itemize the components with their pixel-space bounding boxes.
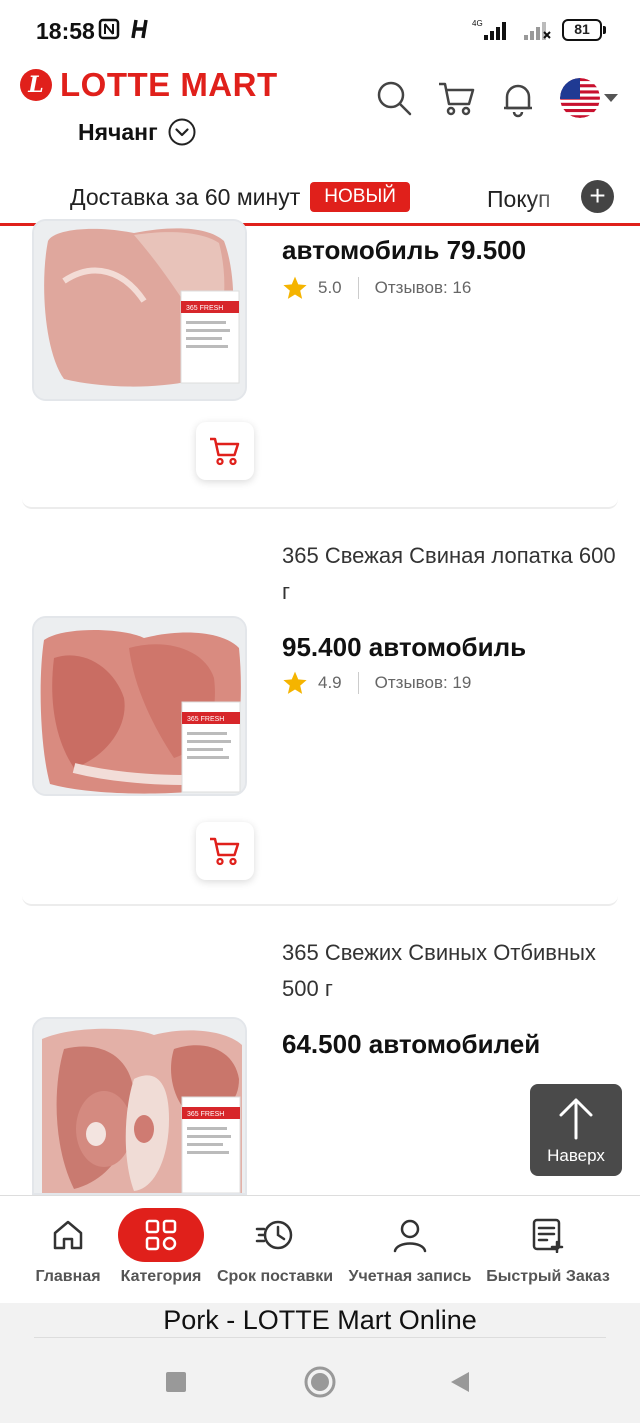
star-icon bbox=[283, 276, 307, 299]
chevron-down-icon bbox=[604, 94, 618, 102]
svg-text:365 FRESH: 365 FRESH bbox=[186, 305, 223, 312]
product-card[interactable]: 365 FRESH автомобиль 79.500 5.0 Отзывов:… bbox=[22, 219, 618, 509]
pork-chops-image: 365 FRESH bbox=[34, 1019, 245, 1193]
svg-text:365 FRESH: 365 FRESH bbox=[187, 716, 224, 723]
tab-label: Доставка за 60 минут bbox=[70, 183, 301, 210]
bottom-navigation: Главная Категория Срок поставки Учетная … bbox=[0, 1195, 640, 1303]
nav-home[interactable]: Главная bbox=[28, 1208, 108, 1286]
add-to-cart-button[interactable] bbox=[196, 422, 254, 480]
review-count[interactable]: Отзывов: 16 bbox=[375, 278, 472, 298]
status-right-icons: 4G 81 bbox=[470, 18, 606, 42]
logo-mark: L bbox=[20, 69, 52, 101]
nav-label: Учетная запись bbox=[348, 1268, 472, 1285]
nav-quick-order[interactable]: Быстрый Заказ bbox=[482, 1208, 614, 1286]
nav-category[interactable]: Категория bbox=[116, 1208, 206, 1286]
page-title: Pork - LOTTE Mart Online bbox=[163, 1305, 477, 1335]
status-notification-icons bbox=[98, 17, 152, 41]
location-selector[interactable]: Нячанг bbox=[78, 118, 196, 146]
signal-4g-icon: 4G bbox=[472, 19, 506, 40]
product-card[interactable]: 365 FRESH 365 Свежих Свиных Отбивных 500… bbox=[22, 907, 618, 1195]
cart-icon bbox=[210, 837, 240, 866]
browser-page-title-bar: Pork - LOTTE Mart Online bbox=[0, 1303, 640, 1423]
user-icon bbox=[393, 1219, 427, 1253]
svg-text:4G: 4G bbox=[472, 19, 483, 28]
us-flag-icon bbox=[560, 78, 600, 118]
status-time: 18:58 bbox=[36, 18, 95, 44]
nav-label: Категория bbox=[120, 1268, 202, 1285]
search-icon[interactable] bbox=[374, 78, 414, 118]
bell-icon[interactable] bbox=[498, 78, 538, 118]
rating-divider bbox=[357, 672, 359, 694]
recent-apps-icon[interactable] bbox=[163, 1369, 189, 1395]
divider bbox=[34, 1337, 606, 1338]
add-to-cart-button[interactable] bbox=[196, 822, 254, 880]
product-price: 64.500 автомобилей bbox=[282, 1029, 541, 1059]
product-image[interactable]: 365 FRESH bbox=[32, 1017, 247, 1195]
location-name: Нячанг bbox=[78, 118, 158, 145]
quick-order-list-icon bbox=[532, 1218, 564, 1253]
signal-weak-icon bbox=[524, 22, 551, 40]
language-selector[interactable] bbox=[560, 78, 618, 118]
rating-value: 5.0 bbox=[318, 278, 342, 297]
product-title[interactable]: 365 Свежая Свиная лопатка 600 г bbox=[282, 538, 622, 610]
nav-label: Срок поставки bbox=[216, 1268, 334, 1285]
new-badge: НОВЫЙ bbox=[310, 182, 410, 212]
status-bar: 18:58 4G 81 bbox=[0, 0, 640, 60]
nav-label: Главная bbox=[35, 1268, 101, 1285]
battery-indicator: 81 bbox=[562, 19, 606, 41]
chevron-down-circle-icon bbox=[168, 118, 196, 146]
product-image[interactable]: 365 FRESH bbox=[32, 219, 247, 401]
back-to-top-label: Наверх bbox=[547, 1146, 605, 1165]
nfc-icon bbox=[98, 18, 120, 40]
review-count[interactable]: Отзывов: 19 bbox=[375, 673, 472, 693]
arrow-up-icon bbox=[559, 1098, 593, 1140]
logo-text: LOTTE MART bbox=[60, 66, 278, 103]
svg-text:365 FRESH: 365 FRESH bbox=[187, 1111, 224, 1118]
tab-fade-overlay bbox=[530, 176, 580, 222]
star-icon bbox=[283, 671, 307, 694]
pork-image: 365 FRESH bbox=[34, 221, 245, 399]
pork-shoulder-image: 365 FRESH bbox=[34, 618, 245, 794]
more-tabs-button[interactable]: + bbox=[581, 180, 614, 213]
back-triangle-icon[interactable] bbox=[447, 1369, 473, 1395]
product-image[interactable]: 365 FRESH bbox=[32, 616, 247, 796]
product-rating: 4.9 Отзывов: 19 bbox=[282, 670, 471, 696]
lotte-mart-logo[interactable]: L LOTTE MART bbox=[20, 66, 278, 104]
header-actions bbox=[374, 78, 618, 118]
h-app-icon bbox=[131, 19, 148, 39]
rating-value: 4.9 bbox=[318, 673, 342, 692]
cart-icon bbox=[210, 437, 240, 466]
system-navigation-bar bbox=[0, 1365, 640, 1405]
delivery-clock-icon bbox=[255, 1220, 293, 1250]
product-title[interactable]: 365 Свежих Свиных Отбивных 500 г bbox=[282, 935, 622, 1007]
nav-label: Быстрый Заказ bbox=[486, 1268, 610, 1285]
home-circle-icon[interactable] bbox=[303, 1365, 337, 1399]
nav-account[interactable]: Учетная запись bbox=[344, 1208, 476, 1286]
home-icon bbox=[53, 1220, 83, 1250]
tab-delivery-60-min[interactable]: Доставка за 60 минут НОВЫЙ bbox=[70, 182, 410, 212]
category-grid-icon bbox=[145, 1219, 177, 1251]
back-to-top-button[interactable]: Наверх bbox=[530, 1084, 622, 1176]
nav-delivery-time[interactable]: Срок поставки bbox=[212, 1208, 338, 1286]
rating-divider bbox=[357, 277, 359, 299]
product-price: автомобиль 79.500 bbox=[282, 235, 527, 265]
product-rating: 5.0 Отзывов: 16 bbox=[282, 275, 471, 301]
product-price: 95.400 автомобиль bbox=[282, 632, 527, 662]
cart-icon[interactable] bbox=[436, 78, 476, 118]
nav-active-indicator bbox=[118, 1208, 204, 1262]
product-card[interactable]: 365 FRESH 365 Свежая Свиная лопатка 600 … bbox=[22, 510, 618, 906]
